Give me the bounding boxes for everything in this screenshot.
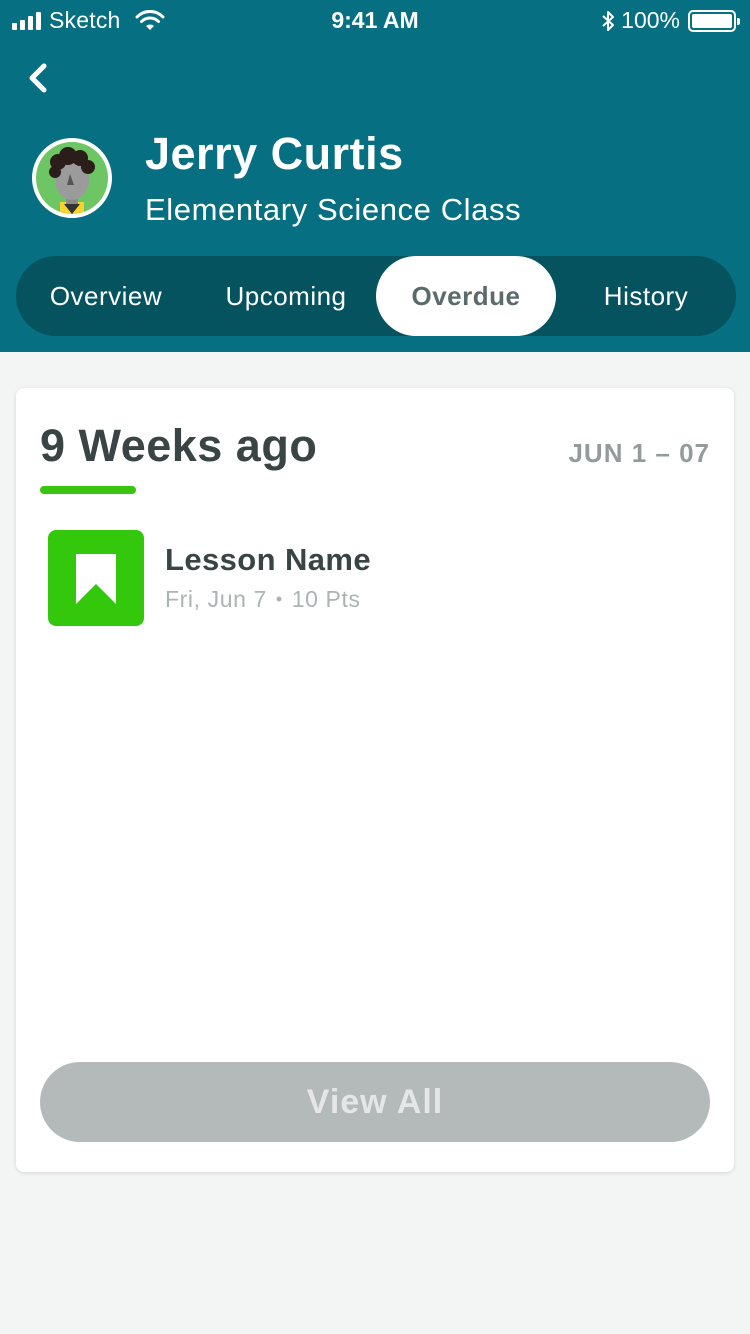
- tab-upcoming[interactable]: Upcoming: [196, 256, 376, 336]
- tab-history[interactable]: History: [556, 256, 736, 336]
- overdue-card: 9 Weeks ago JUN 1 – 07 Lesson Name Fri, …: [16, 388, 734, 1172]
- status-bar: Sketch 9:41 AM 100%: [0, 0, 750, 40]
- view-all-button[interactable]: View All: [40, 1062, 710, 1142]
- class-name: Elementary Science Class: [145, 192, 522, 227]
- header: Sketch 9:41 AM 100% Jerry Curtis Element…: [0, 0, 750, 352]
- segmented-tabs: Overview Upcoming Overdue History: [16, 256, 736, 336]
- bookmark-icon: [76, 554, 116, 604]
- period-underline: [40, 486, 136, 494]
- lesson-type-tile: [48, 530, 144, 626]
- tab-overdue[interactable]: Overdue: [376, 256, 556, 336]
- student-name: Jerry Curtis: [145, 128, 404, 179]
- back-chevron-icon[interactable]: [22, 58, 58, 98]
- status-right: 100%: [601, 7, 740, 34]
- lesson-name: Lesson Name: [165, 542, 371, 577]
- lesson-item[interactable]: Lesson Name Fri, Jun 7 • 10 Pts: [48, 530, 688, 626]
- lesson-date: Fri, Jun 7: [165, 586, 267, 612]
- avatar: [32, 138, 112, 218]
- period-title: 9 Weeks ago: [40, 420, 318, 471]
- avatar-illustration: [36, 142, 108, 214]
- period-range: JUN 1 – 07: [568, 438, 710, 468]
- meta-separator: •: [275, 589, 283, 609]
- lesson-points: 10 Pts: [291, 586, 361, 612]
- battery-percent: 100%: [621, 7, 680, 33]
- bluetooth-icon: [602, 10, 615, 31]
- lesson-meta: Fri, Jun 7 • 10 Pts: [165, 586, 361, 613]
- tab-overview[interactable]: Overview: [16, 256, 196, 336]
- battery-icon: [688, 9, 740, 32]
